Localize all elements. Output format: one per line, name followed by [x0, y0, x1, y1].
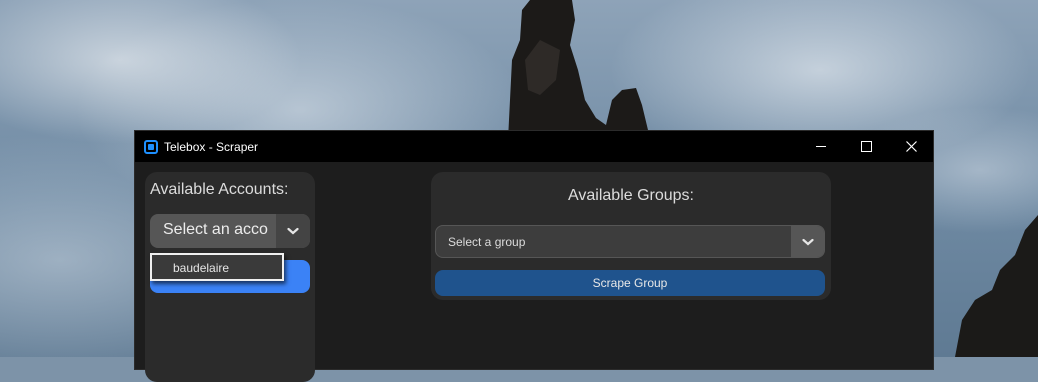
account-select-toggle[interactable] — [276, 214, 310, 248]
app-window: Telebox - Scraper Available Accounts: Se… — [134, 130, 934, 382]
chevron-down-icon — [287, 227, 299, 235]
close-icon — [905, 141, 917, 152]
maximize-button[interactable] — [843, 131, 889, 162]
groups-label: Available Groups: — [568, 187, 694, 204]
close-button[interactable] — [888, 131, 934, 162]
account-select[interactable]: Select an account — [150, 214, 310, 248]
window-title: Telebox - Scraper — [164, 139, 259, 154]
minimize-button[interactable] — [798, 131, 844, 162]
title-bar[interactable]: Telebox - Scraper — [135, 131, 933, 162]
maximize-icon — [860, 141, 872, 152]
account-select-value: Select an account — [163, 221, 269, 238]
account-dropdown-menu: baudelaire — [150, 253, 284, 281]
groups-panel: Available Groups: Select a group Scrape … — [431, 172, 831, 300]
minimize-icon — [816, 146, 826, 147]
chevron-down-icon — [801, 238, 814, 245]
scrape-group-button[interactable]: Scrape Group — [435, 270, 825, 296]
accounts-label: Available Accounts: — [150, 181, 289, 198]
group-select-toggle[interactable] — [791, 226, 824, 257]
telebox-app-icon — [144, 139, 158, 154]
dropdown-item-account[interactable]: baudelaire — [173, 261, 229, 275]
group-select-value: Select a group — [448, 235, 526, 249]
group-select[interactable]: Select a group — [435, 225, 825, 258]
